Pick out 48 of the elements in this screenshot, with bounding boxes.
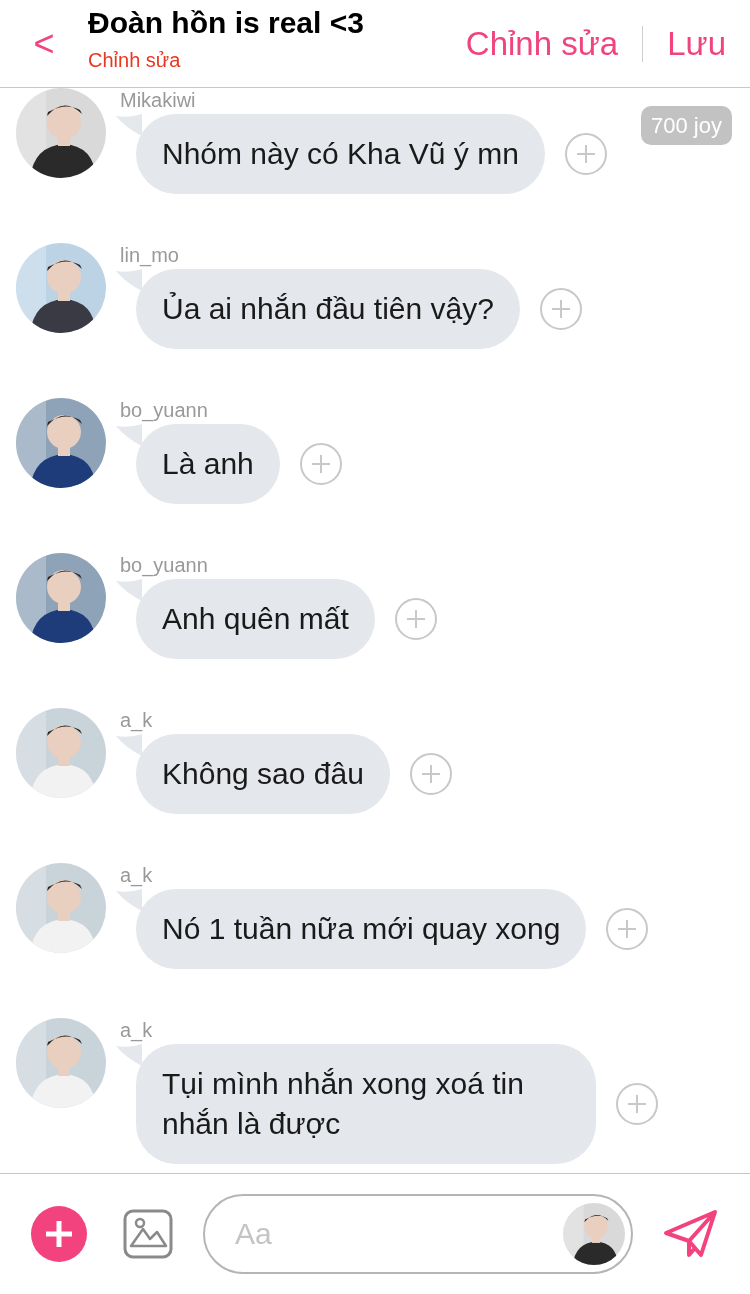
add-reaction-button[interactable] (409, 753, 452, 795)
add-reaction-button[interactable] (299, 443, 342, 485)
back-button[interactable]: < (0, 25, 88, 62)
add-reaction-button[interactable] (394, 598, 437, 640)
plus-icon (44, 1219, 74, 1249)
username: a_k (120, 708, 154, 732)
message-bubble: Nhóm này có Kha Vũ ý mn (136, 114, 545, 194)
add-reaction-button[interactable] (564, 133, 607, 175)
send-button[interactable] (663, 1209, 719, 1259)
message-bubble: Không sao đâu (136, 734, 390, 814)
username: bo_yuann (120, 398, 209, 422)
message-bubble: Tụi mình nhắn xong xoá tin nhắn là được (136, 1044, 596, 1164)
bubble-tail-icon (116, 1044, 142, 1066)
add-button[interactable] (31, 1206, 87, 1262)
message-input[interactable]: Aa (203, 1194, 633, 1274)
bubble-tail-icon (116, 889, 142, 911)
image-button[interactable] (123, 1209, 173, 1259)
bubble-tail-icon (116, 579, 142, 601)
joy-badge: 700 joy (641, 106, 732, 145)
plus-icon (616, 918, 639, 940)
username: bo_yuann (120, 553, 209, 577)
plus-icon (626, 1093, 648, 1115)
add-reaction-button[interactable] (539, 288, 582, 330)
bubble-tail-icon (116, 424, 142, 446)
plus-icon (419, 763, 442, 785)
save-button[interactable]: Lưu (667, 18, 726, 69)
add-reaction-button[interactable] (616, 1083, 658, 1125)
plus-icon (309, 453, 332, 475)
chat-title: Đoàn hồn is real <3 (88, 4, 365, 41)
image-icon (123, 1209, 173, 1259)
username: a_k (120, 1018, 154, 1042)
message-bubble: Nó 1 tuần nữa mới quay xong (136, 889, 587, 969)
plus-icon (549, 298, 572, 320)
bubble-tail-icon (116, 269, 142, 291)
message-bubble: Là anh (136, 424, 280, 504)
message-bubble: Ủa ai nhắn đầu tiên vậy? (136, 269, 520, 349)
message-bubble: Anh quên mất (136, 579, 375, 659)
username: lin_mo (120, 243, 180, 267)
send-icon (663, 1209, 719, 1259)
bubble-tail-icon (116, 114, 142, 136)
bubble-tail-icon (116, 734, 142, 756)
edit-link[interactable]: Chỉnh sửa (88, 45, 466, 76)
plus-icon (404, 608, 427, 630)
username: Mikakiwi (120, 88, 197, 112)
username: a_k (120, 863, 154, 887)
plus-icon (574, 143, 597, 165)
add-reaction-button[interactable] (606, 908, 649, 950)
edit-button[interactable]: Chỉnh sửa (465, 18, 619, 69)
